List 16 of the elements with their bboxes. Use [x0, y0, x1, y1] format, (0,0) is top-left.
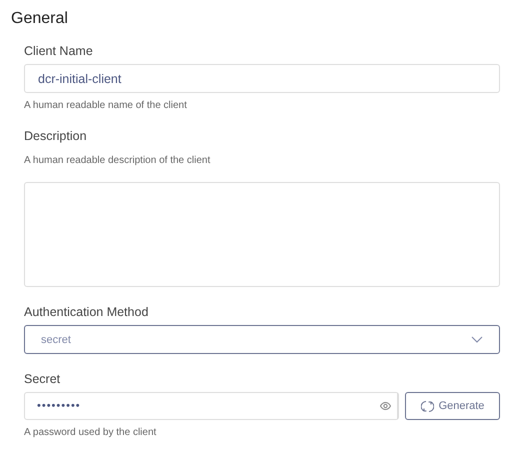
client-name-field[interactable]: dcr-initial-client [24, 64, 500, 93]
help-text: A human readable description of the client [24, 155, 212, 166]
generate-button[interactable]: Generate [405, 392, 500, 420]
method-dropdown[interactable]: secret [24, 325, 500, 354]
eye-icon[interactable] [380, 402, 390, 410]
secret-field[interactable]: ••••••••• [24, 392, 399, 420]
chevron-down-icon [471, 336, 483, 343]
description-field[interactable] [24, 182, 500, 287]
help-text: A password used by the client [24, 427, 158, 438]
field-label: Description [24, 129, 88, 143]
section-title: General [11, 10, 69, 28]
help-text: A human readable name of the client [24, 100, 188, 111]
field-label: Authentication Method [24, 305, 150, 319]
refresh-icon [420, 400, 434, 412]
field-label: Secret [24, 372, 62, 386]
field-label: Client Name [24, 44, 94, 58]
